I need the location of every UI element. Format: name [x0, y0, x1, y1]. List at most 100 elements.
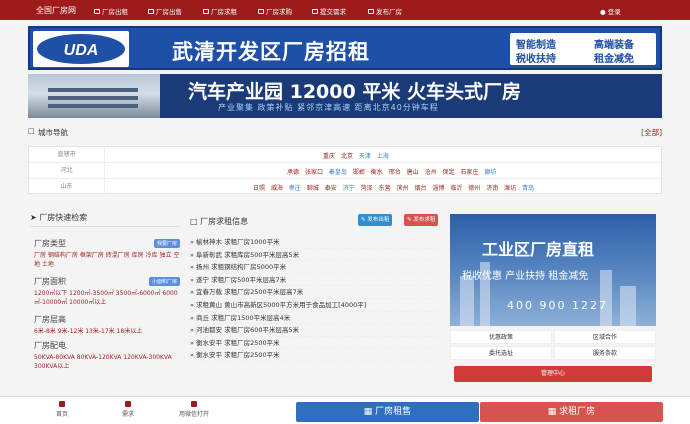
list-item[interactable]: » 榆林神木 求租厂房1000平米	[190, 236, 442, 249]
banner-auto-park[interactable]: 汽车产业园 12000 平米 火车头式厂房 产业聚集 政策补贴 紧邻京津高速 距…	[28, 74, 662, 118]
city-link[interactable]: 聊城	[307, 185, 319, 192]
city-link[interactable]: 唐山	[407, 169, 419, 176]
home-tab[interactable]: 首页	[32, 401, 92, 418]
city-link[interactable]: 枣庄	[289, 185, 301, 192]
banner-tags: 智能制造 高端装备 税收扶持 租金减免	[510, 33, 656, 65]
region-label: 直辖市	[29, 147, 105, 162]
cart-icon	[258, 8, 264, 14]
industrial-park-ad[interactable]: 工业区厂房直租 税收优惠 产业扶持 租金减免 400 900 1227	[450, 214, 656, 326]
filter-options[interactable]: 6米-8米 9米-12米 13米-17米 18米以上	[34, 327, 180, 336]
city-link[interactable]: 上海	[377, 153, 389, 160]
filter-options[interactable]: 厂房 钢结构厂房 框架厂房 砖混厂房 库房 冷库 独立 空地 土地	[34, 251, 180, 269]
all-cities-link[interactable]: [全部]	[641, 127, 662, 138]
city-link[interactable]: 威海	[271, 185, 283, 192]
city-link[interactable]: 邯郸	[353, 169, 365, 176]
city-link[interactable]: 石家庄	[460, 169, 478, 176]
ad-title: 工业区厂房直租	[482, 240, 595, 259]
building-icon	[94, 8, 100, 14]
city-list: 日照 威海 枣庄 聊城 泰安 济宁 菏泽 东营 滨州 烟台 淄博 临沂 德州 济…	[253, 183, 538, 192]
city-link[interactable]: 临沂	[450, 185, 462, 192]
nav-sell[interactable]: 厂房出售	[148, 6, 182, 16]
list-item[interactable]: » 商丘 求租厂房1500平米层高4米	[190, 312, 442, 325]
city-link[interactable]: 天津	[359, 153, 371, 160]
city-link[interactable]: 日照	[253, 185, 265, 192]
banner-title: 汽车产业园 12000 平米 火车头式厂房	[188, 81, 521, 103]
city-link[interactable]: 北京	[341, 153, 353, 160]
rent-sell-button[interactable]: ▦ 厂房租售	[296, 402, 479, 422]
city-link[interactable]: 滨州	[397, 185, 409, 192]
city-link[interactable]: 承德	[287, 169, 299, 176]
list-icon	[203, 8, 209, 14]
city-link[interactable]: 青岛	[522, 185, 534, 192]
quick-search-header: ➤ 厂房快速检索	[30, 212, 180, 227]
city-link[interactable]: 保定	[443, 169, 455, 176]
city-link[interactable]: 沧州	[425, 169, 437, 176]
pointer-icon: ➤	[30, 213, 37, 222]
nav-publish[interactable]: 发布厂房	[368, 6, 402, 16]
city-link[interactable]: 淄博	[432, 185, 444, 192]
city-link[interactable]: 德州	[468, 185, 480, 192]
list-item[interactable]: » 遂宁 求租厂房500平米层高7米	[190, 274, 442, 287]
list-item[interactable]: » 宜春万载 求租厂房2500平米层高7米	[190, 286, 442, 299]
wechat-tab[interactable]: 用微信打开	[164, 401, 224, 418]
link-terms[interactable]: 服务条款	[554, 346, 656, 360]
city-link[interactable]: 济宁	[343, 185, 355, 192]
city-row: 直辖市 重庆 北京 天津 上海	[29, 147, 661, 163]
city-link[interactable]: 菏泽	[361, 185, 373, 192]
link-cooperation[interactable]: 区域合作	[554, 330, 656, 344]
tag: 税收扶持	[516, 54, 556, 65]
city-nav: 直辖市 重庆 北京 天津 上海 河北 承德 张家口 秦皇岛 邯郸 衡水 邢台 唐…	[28, 146, 662, 194]
list-item[interactable]: » 求租黄山 黄山市高新区5000平方米用于食品加工[4000平]	[190, 299, 442, 312]
region-label: 山东	[29, 179, 105, 194]
city-link[interactable]: 秦皇岛	[329, 169, 347, 176]
list-item[interactable]: » 阜新彰武 求租库房500平米层高5米	[190, 249, 442, 262]
city-link[interactable]: 潍坊	[504, 185, 516, 192]
sale-icon	[148, 8, 154, 14]
city-link[interactable]: 重庆	[323, 153, 335, 160]
city-link[interactable]: 张家口	[305, 169, 323, 176]
nav-rent-out[interactable]: 厂房出租	[94, 6, 128, 16]
city-link[interactable]: 东营	[379, 185, 391, 192]
city-link[interactable]: 济南	[486, 185, 498, 192]
want-factory-badge[interactable]: 我要厂房	[153, 239, 180, 248]
list-item[interactable]: » 河池都安 求租厂房600平米层高5米	[190, 324, 442, 337]
list-item[interactable]: » 衡水安平 求租厂房2500平米	[190, 337, 442, 350]
city-link[interactable]: 邢台	[389, 169, 401, 176]
factory-image	[28, 74, 160, 118]
post-rent-button[interactable]: ✎ 发布出租	[358, 214, 393, 226]
city-link[interactable]: 廊坊	[484, 169, 496, 176]
doc-icon	[312, 8, 318, 14]
link-policy[interactable]: 优惠政策	[450, 330, 552, 344]
tag: 高端装备	[594, 40, 634, 51]
filter-group-area: 厂房面积 小面积厂房 1200㎡以下 1200㎡-3500㎡ 3500㎡-600…	[34, 276, 180, 307]
link-site-selection[interactable]: 委托选址	[450, 346, 552, 360]
filter-options[interactable]: 1200㎡以下 1200㎡-3500㎡ 3500㎡-6000㎡ 6000㎡-10…	[34, 289, 180, 307]
filter-options[interactable]: 50KVA-80KVA 80KVA-120KVA 120KVA-300KVA 3…	[34, 353, 180, 371]
bottom-bar: 首页 需求 用微信打开 ▦ 厂房租售 ▦ 求租厂房	[0, 396, 690, 424]
city-list: 承德 张家口 秦皇岛 邯郸 衡水 邢台 唐山 沧州 保定 石家庄 廊坊	[287, 167, 500, 176]
send-icon	[368, 8, 374, 14]
list-item[interactable]: » 扬州 求租钢结构厂房5000平米	[190, 261, 442, 274]
edit-icon	[125, 401, 131, 407]
nav-want-rent[interactable]: 厂房求租	[203, 6, 237, 16]
nav-submit-demand[interactable]: 提交需求	[312, 6, 346, 16]
banner-wuqing[interactable]: UDA 武清开发区厂房招租 智能制造 高端装备 税收扶持 租金减免	[28, 26, 662, 70]
city-link[interactable]: 泰安	[325, 185, 337, 192]
demand-tab[interactable]: 需求	[98, 401, 158, 418]
city-link[interactable]: 烟台	[414, 185, 426, 192]
manage-center-button[interactable]: 管理中心	[454, 366, 652, 382]
site-brand[interactable]: 全国厂房网	[36, 5, 76, 16]
list-item[interactable]: » 衡水安平 求租厂房2500平米	[190, 349, 442, 362]
book-icon: □	[28, 127, 35, 135]
tag: 智能制造	[516, 40, 556, 51]
small-area-badge[interactable]: 小面积厂房	[148, 277, 180, 286]
login-link[interactable]: ● 登录	[600, 6, 621, 16]
filter-group-power: 厂房配电 50KVA-80KVA 80KVA-120KVA 120KVA-300…	[34, 340, 180, 371]
nav-want-buy[interactable]: 厂房求购	[258, 6, 292, 16]
post-want-button[interactable]: ✎ 发布求租	[404, 214, 439, 226]
city-link[interactable]: 衡水	[371, 169, 383, 176]
tag: 租金减免	[594, 54, 634, 65]
city-row: 河北 承德 张家口 秦皇岛 邯郸 衡水 邢台 唐山 沧州 保定 石家庄 廊坊	[29, 163, 661, 179]
city-row: 山东 日照 威海 枣庄 聊城 泰安 济宁 菏泽 东营 滨州 烟台 淄博 临沂 德…	[29, 179, 661, 195]
want-rent-button[interactable]: ▦ 求租厂房	[480, 402, 663, 422]
